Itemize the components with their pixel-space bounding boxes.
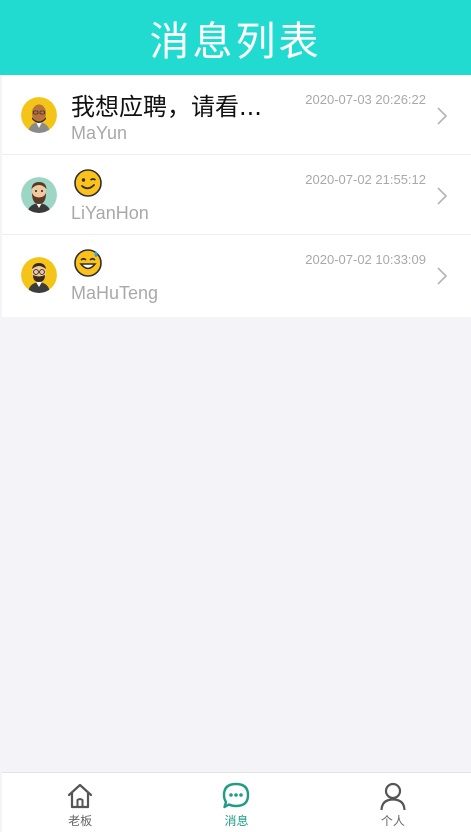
grinning-sweat-face-icon [73, 248, 103, 278]
message-time: 2020-07-02 21:55:12 [305, 172, 426, 187]
tab-boss[interactable]: 老板 [2, 773, 158, 832]
contact-name: MaYun [71, 123, 128, 143]
avatar-bald-man-icon [21, 97, 57, 133]
tab-messages[interactable]: 消息 [158, 773, 314, 832]
chevron-right-icon[interactable] [435, 265, 449, 287]
tab-label: 老板 [68, 814, 93, 828]
conversation-list: 我想应聘，请看... MaYun 2020-07-03 20:26:22 LiY… [2, 75, 471, 317]
tab-label: 个人 [380, 814, 405, 828]
tab-label: 消息 [224, 814, 249, 828]
contact-name: MaHuTeng [71, 283, 159, 303]
bottom-tab-bar: 老板 消息 个人 [2, 772, 471, 832]
conversation-row[interactable]: 我想应聘，请看... MaYun 2020-07-03 20:26:22 [2, 75, 471, 155]
chat-bubble-icon [223, 782, 250, 809]
tab-profile[interactable]: 个人 [315, 773, 471, 832]
message-preview: 我想应聘，请看... [71, 93, 262, 121]
avatar-bearded-man-icon [21, 177, 57, 213]
home-icon [68, 783, 93, 809]
winking-face-icon [73, 168, 103, 198]
contact-name: LiYanHon [71, 203, 149, 223]
chevron-right-icon[interactable] [435, 105, 449, 127]
avatar-glasses-man-icon [21, 257, 57, 293]
message-time: 2020-07-03 20:26:22 [305, 92, 426, 107]
person-icon [380, 782, 406, 811]
page-title: 消息列表 [149, 18, 322, 65]
chevron-right-icon[interactable] [435, 185, 449, 207]
conversation-row[interactable]: LiYanHon 2020-07-02 21:55:12 [2, 155, 471, 235]
app-header: 消息列表 [0, 0, 471, 75]
conversation-row[interactable]: MaHuTeng 2020-07-02 10:33:09 [2, 235, 471, 317]
message-time: 2020-07-02 10:33:09 [305, 252, 426, 267]
